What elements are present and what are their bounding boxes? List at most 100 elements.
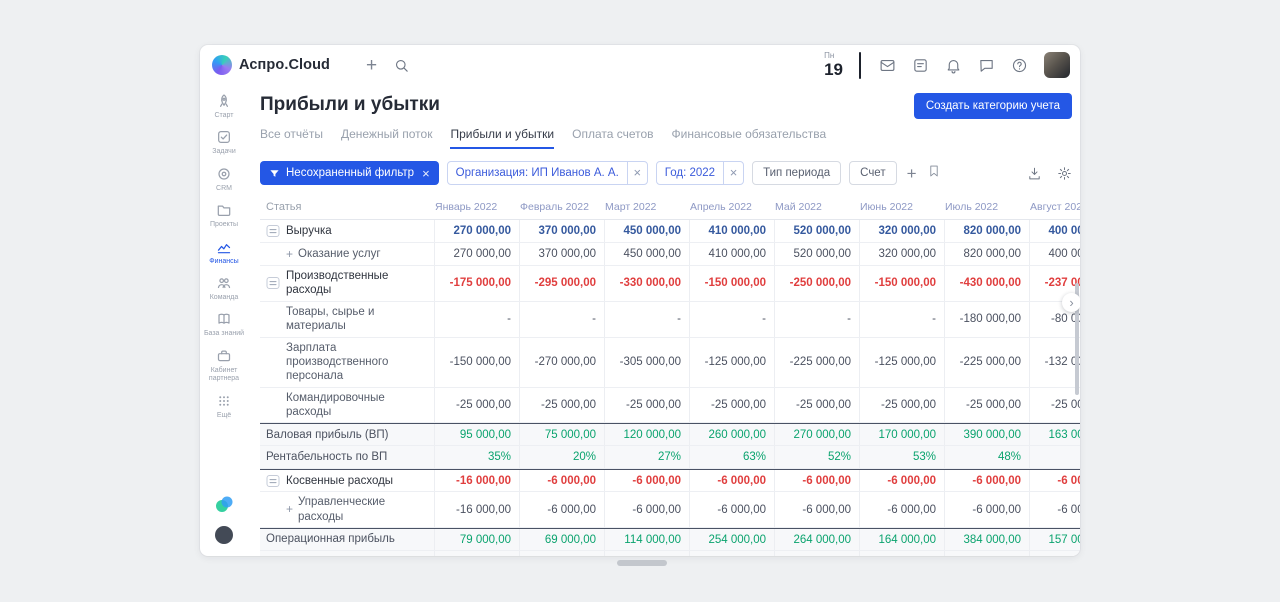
partner-icon — [216, 348, 232, 364]
sidebar-item-crm[interactable]: CRM — [200, 166, 248, 193]
value-cell — [1030, 446, 1080, 468]
sidebar-item-projects[interactable]: Проекты — [200, 202, 248, 229]
app-logo[interactable]: Аспро.Cloud — [212, 55, 330, 75]
value-cell: - — [775, 302, 860, 337]
download-icon[interactable] — [1027, 166, 1042, 181]
filter-chip-label: Год: 2022 — [657, 167, 723, 179]
value-cell: -25 000,00 — [435, 388, 520, 423]
knowledge-icon — [216, 311, 232, 327]
sidebar-item-label: Проекты — [207, 221, 241, 229]
weekday-label: Пн — [824, 52, 834, 60]
filter-chip[interactable]: Организация: ИП Иванов А. А.× — [447, 161, 648, 185]
collapse-icon[interactable] — [266, 276, 280, 290]
quick-add-button[interactable]: + — [366, 56, 377, 75]
help-icon[interactable] — [1011, 57, 1028, 74]
article-cell[interactable]: +Оказание услуг — [260, 243, 435, 265]
expand-icon[interactable]: + — [286, 247, 293, 262]
search-icon[interactable] — [393, 57, 410, 74]
table-row: Командировочные расходы-25 000,00-25 000… — [260, 388, 1080, 424]
sidebar-item-partner[interactable]: Кабинет партнера — [200, 348, 248, 384]
article-cell[interactable]: +Управленческие расходы — [260, 492, 435, 527]
collapse-icon[interactable] — [266, 224, 280, 238]
scroll-right-button[interactable]: › — [1062, 293, 1080, 312]
value-cell: -16 000,00 — [435, 492, 520, 527]
collapse-icon[interactable] — [266, 474, 280, 488]
value-cell: 254 000,00 — [690, 529, 775, 550]
settings-icon[interactable] — [1057, 166, 1072, 181]
value-cell: -6 000,00 — [690, 470, 775, 491]
filter-select[interactable]: Тип периода — [752, 161, 841, 185]
bookmark-icon[interactable] — [927, 164, 941, 183]
sidebar-item-label: Команда — [207, 294, 242, 302]
value-cell: 27% — [605, 446, 690, 468]
value-cell: -25 000,00 — [690, 388, 775, 423]
value-cell: 370 000,00 — [520, 220, 605, 242]
value-cell: 820 000,00 — [945, 220, 1030, 242]
filter-button[interactable]: Несохраненный фильтр × — [260, 161, 439, 185]
sidebar-item-tasks[interactable]: Задачи — [200, 129, 248, 156]
value-cell: -25 000,00 — [775, 388, 860, 423]
sidebar-item-team[interactable]: Команда — [200, 275, 248, 302]
sidebar-item-label: CRM — [213, 185, 235, 193]
sidebar-item-finances[interactable]: Финансы — [200, 239, 248, 266]
add-filter-button[interactable]: + — [905, 165, 919, 182]
article-label: Производственные расходы — [286, 269, 428, 298]
clear-filter-icon[interactable]: × — [422, 166, 430, 181]
value-cell: 400 000,00 — [1030, 220, 1080, 242]
value-cell: -430 000,00 — [945, 266, 1030, 301]
day-number: 19 — [824, 61, 843, 78]
tab-financial-liabilities[interactable]: Финансовые обязательства — [672, 127, 827, 149]
tab-cash-flow[interactable]: Денежный поток — [341, 127, 432, 149]
topbar-actions: Пн 19 — [824, 52, 1070, 79]
tab-all-reports[interactable]: Все отчёты — [260, 127, 323, 149]
sidebar-item-label: Ещё — [214, 412, 234, 420]
user-avatar[interactable] — [1044, 52, 1070, 78]
value-cell: -6 000,00 — [690, 492, 775, 527]
aspro-badge-icon[interactable] — [214, 494, 234, 514]
value-cell: 51% — [860, 551, 945, 556]
sidebar-item-knowledge[interactable]: База знаний — [200, 311, 248, 338]
chat-icon[interactable] — [978, 57, 995, 74]
value-cell: - — [690, 302, 775, 337]
value-cell: 270 000,00 — [435, 220, 520, 242]
remove-chip-icon[interactable]: × — [627, 162, 647, 184]
start-icon — [216, 93, 232, 109]
article-cell[interactable]: Выручка — [260, 220, 435, 242]
horizontal-scrollbar[interactable] — [617, 560, 667, 566]
value-cell: -25 000,00 — [520, 388, 605, 423]
value-cell: 114 000,00 — [605, 529, 690, 550]
tab-profit-loss[interactable]: Прибыли и убытки — [450, 127, 554, 149]
value-cell: 29% — [435, 551, 520, 556]
article-cell: Рентабельность по ВП — [260, 446, 435, 468]
table-row: Валовая прибыль (ВП)95 000,0075 000,0012… — [260, 423, 1080, 446]
article-cell[interactable]: Косвенные расходы — [260, 470, 435, 491]
article-cell[interactable]: Производственные расходы — [260, 266, 435, 301]
value-cell: 51% — [775, 551, 860, 556]
tab-invoice-payments[interactable]: Оплата счетов — [572, 127, 653, 149]
support-avatar[interactable] — [215, 526, 233, 544]
notes-icon[interactable] — [912, 57, 929, 74]
value-cell: -150 000,00 — [860, 266, 945, 301]
remove-chip-icon[interactable]: × — [723, 162, 743, 184]
sidebar-item-more[interactable]: Ещё — [200, 393, 248, 420]
calendar-date[interactable]: Пн 19 — [824, 52, 843, 78]
sidebar-item-start[interactable]: Старт — [200, 93, 248, 120]
article-label: Рентабельность по ОП — [266, 555, 389, 556]
expand-icon[interactable]: + — [286, 502, 293, 517]
app-logo-text: Аспро.Cloud — [239, 57, 330, 73]
finances-icon — [216, 239, 232, 255]
sidebar-item-label: База знаний — [201, 330, 247, 338]
crm-icon — [216, 166, 232, 182]
create-category-button[interactable]: Создать категорию учета — [914, 93, 1072, 119]
value-cell: 520 000,00 — [775, 220, 860, 242]
article-cell: Зарплата производственного персонала — [260, 338, 435, 387]
filter-select[interactable]: Счет — [849, 161, 896, 185]
table-header: Статья Январь 2022Февраль 2022Март 2022А… — [260, 195, 1080, 220]
value-cell: 390 000,00 — [945, 424, 1030, 445]
bell-icon[interactable] — [945, 57, 962, 74]
mail-icon[interactable] — [879, 57, 896, 74]
table-row: Зарплата производственного персонала-150… — [260, 338, 1080, 388]
value-cell: 400 000,00 — [1030, 243, 1080, 265]
topbar-divider — [859, 52, 861, 79]
filter-chip[interactable]: Год: 2022× — [656, 161, 744, 185]
